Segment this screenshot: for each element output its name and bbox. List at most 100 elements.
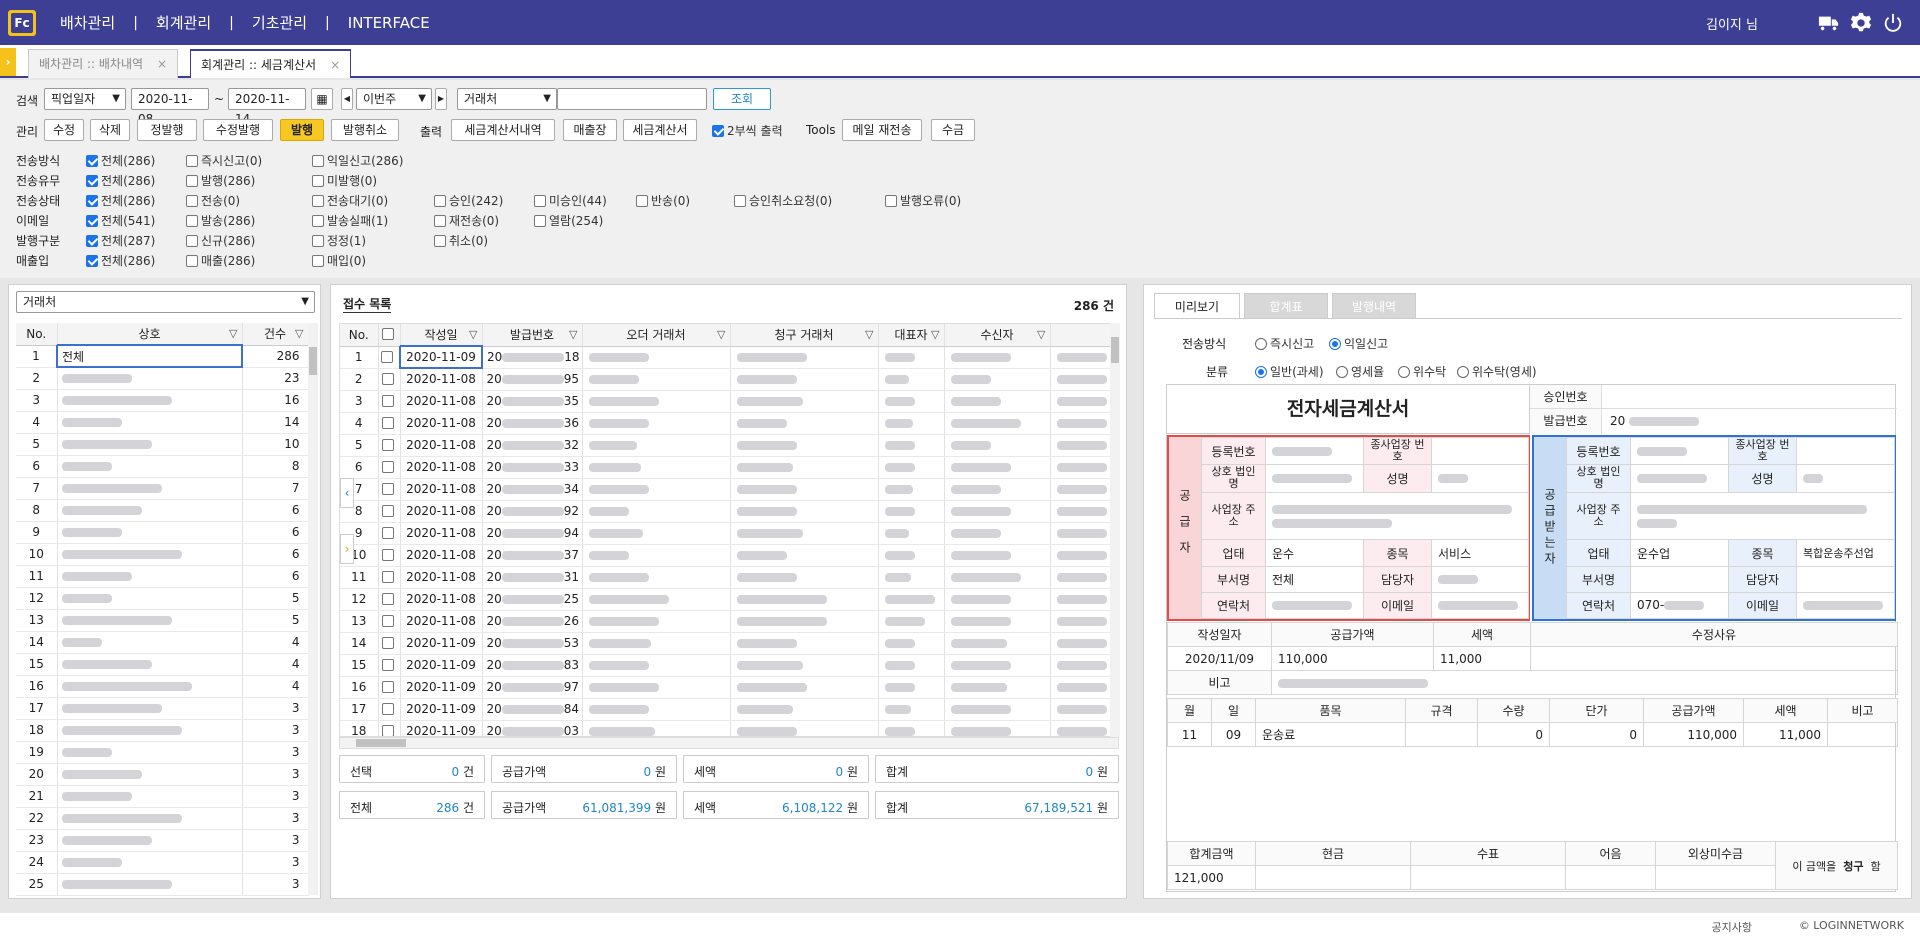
row-checkbox[interactable] (378, 500, 401, 523)
filter-checkbox[interactable]: 전체(287) (86, 232, 155, 249)
sidebar-toggle-icon[interactable]: › (0, 48, 16, 76)
next-period-button[interactable]: ▶ (435, 88, 447, 110)
filter-checkbox[interactable]: 전송대기(0) (312, 192, 388, 209)
row-checkbox[interactable] (378, 632, 401, 655)
partner-type-select[interactable]: 거래처 ▼ (457, 88, 557, 110)
filter-checkbox[interactable]: 전송(0) (186, 192, 240, 209)
filter-checkbox[interactable]: 정정(1) (312, 232, 366, 249)
row-checkbox[interactable] (378, 698, 401, 721)
cancel-issue-button[interactable]: 발행취소 (331, 119, 399, 141)
power-icon[interactable] (1882, 12, 1904, 34)
radio-zero-rate[interactable]: 영세율 (1336, 363, 1384, 380)
tab-tax-invoice[interactable]: 회계관리 :: 세금계산서 × (190, 49, 352, 78)
filter-icon[interactable]: ▽ (865, 328, 873, 341)
resend-mail-button[interactable]: 메일 재전송 (842, 119, 922, 141)
h-scrollbar[interactable] (339, 737, 1119, 749)
col-order-partner[interactable]: 오더 거래처 ▽ (582, 324, 731, 347)
table-row[interactable]: 68 (16, 455, 309, 478)
row-checkbox[interactable] (378, 412, 401, 435)
filter-checkbox[interactable]: 전체(286) (86, 192, 155, 209)
table-row[interactable]: 11 6 (16, 565, 309, 588)
query-button[interactable]: 조회 (713, 88, 771, 110)
menu-interface[interactable]: INTERFACE (348, 14, 430, 32)
table-row[interactable]: 12 2020-11-08 20 25 (340, 588, 1118, 611)
radio-consign[interactable]: 위수탁 (1398, 363, 1446, 380)
table-row[interactable]: 16 2020-11-09 20 97 (340, 676, 1118, 699)
sales-ledger-button[interactable]: 매출장 (563, 119, 617, 141)
menu-basic[interactable]: 기초관리 (252, 12, 307, 33)
tax-invoice-print-button[interactable]: 세금계산서 (623, 119, 697, 141)
edit-button[interactable]: 수정 (44, 119, 84, 141)
table-row[interactable]: 223 (16, 807, 309, 830)
table-row[interactable]: 11 2020-11-08 20 31 (340, 566, 1118, 589)
table-row[interactable]: 17 2020-11-09 20 84 (340, 698, 1118, 721)
table-row[interactable]: 19 3 (16, 741, 309, 764)
period-select[interactable]: 이번주 ▼ (356, 88, 432, 110)
filter-icon[interactable]: ▽ (717, 328, 725, 341)
table-row[interactable]: 4 2020-11-08 20 36 (340, 412, 1118, 435)
table-row[interactable]: 14 4 (16, 631, 309, 654)
table-row[interactable]: 25 3 (16, 873, 309, 896)
filter-checkbox[interactable]: 미발행(0) (312, 172, 377, 189)
table-row[interactable]: 3 2020-11-08 20 35 (340, 390, 1118, 413)
col-no[interactable]: No. (340, 324, 379, 347)
table-row[interactable]: 13 2020-11-08 20 26 (340, 610, 1118, 633)
filter-checkbox[interactable]: 발송실패(1) (312, 212, 388, 229)
filter-icon[interactable]: ▽ (295, 327, 303, 340)
col-count[interactable]: 건수 ▽ (242, 323, 309, 346)
date-type-select[interactable]: 픽업일자 ▼ (44, 88, 126, 110)
select-all-checkbox[interactable] (378, 324, 401, 347)
menu-accounting[interactable]: 회계관리 (156, 12, 211, 33)
filter-checkbox[interactable]: 발송(286) (186, 212, 255, 229)
table-row[interactable]: 10 6 (16, 543, 309, 566)
radio-next-day[interactable]: 익일신고 (1329, 335, 1388, 352)
filter-checkbox[interactable]: 전체(286) (86, 172, 155, 189)
table-row[interactable]: 13 5 (16, 609, 309, 632)
gear-icon[interactable] (1850, 12, 1872, 34)
table-row[interactable]: 20 3 (16, 763, 309, 786)
search-input[interactable] (557, 88, 707, 110)
filter-icon[interactable]: ▽ (469, 328, 477, 341)
row-checkbox[interactable] (378, 610, 401, 633)
filter-icon[interactable]: ▽ (1037, 328, 1045, 341)
revise-issue-button[interactable]: 수정발행 (203, 119, 273, 141)
row-checkbox[interactable] (378, 544, 401, 567)
truck-icon[interactable] (1818, 12, 1840, 34)
row-checkbox[interactable] (378, 390, 401, 413)
row-checkbox[interactable] (378, 434, 401, 457)
table-row[interactable]: 21 3 (16, 785, 309, 808)
table-row[interactable]: 10 2020-11-08 20 37 (340, 544, 1118, 567)
filter-checkbox[interactable]: 즉시신고(0) (186, 152, 262, 169)
col-ceo[interactable]: 대표자 ▽ (878, 324, 945, 347)
filter-checkbox[interactable]: 전체(541) (86, 212, 155, 229)
filter-checkbox[interactable]: 승인(242) (434, 192, 503, 209)
table-row[interactable]: 3 16 (16, 389, 309, 412)
scrollbar[interactable] (1110, 323, 1120, 737)
filter-checkbox[interactable]: 반송(0) (636, 192, 690, 209)
table-row[interactable]: 16 4 (16, 675, 309, 698)
collection-button[interactable]: 수금 (931, 119, 975, 141)
tab-close-icon[interactable]: × (157, 57, 167, 71)
expand-right-icon[interactable]: › (340, 534, 354, 564)
table-row[interactable]: 2 2020-11-08 20 95 (340, 368, 1118, 391)
filter-checkbox[interactable]: 열람(254) (534, 212, 603, 229)
table-row[interactable]: 86 (16, 499, 309, 522)
col-receiver[interactable]: 수신자 ▽ (944, 324, 1051, 347)
table-row[interactable]: 8 2020-11-08 20 92 (340, 500, 1118, 523)
table-row[interactable]: 1 2020-11-09 20 18 (340, 345, 1118, 369)
table-row[interactable]: 96 (16, 521, 309, 544)
table-row[interactable]: 17 3 (16, 697, 309, 720)
filter-checkbox[interactable]: 승인취소요청(0) (734, 192, 832, 209)
row-checkbox[interactable] (378, 456, 401, 479)
table-row[interactable]: 18 2020-11-09 20 03 (340, 720, 1118, 736)
partner-filter-select[interactable]: 거래처 ▼ (16, 291, 315, 313)
filter-checkbox[interactable]: 익일신고(286) (312, 152, 403, 169)
tab-preview[interactable]: 미리보기 (1154, 293, 1240, 319)
radio-general[interactable]: 일반(과세) (1255, 363, 1324, 380)
calendar-icon[interactable]: ▦ (311, 88, 333, 110)
table-row[interactable]: 6 2020-11-08 20 33 (340, 456, 1118, 479)
col-date[interactable]: 작성일 ▽ (400, 324, 483, 347)
row-checkbox[interactable] (378, 676, 401, 699)
date-from-input[interactable]: 2020-11-08 (131, 88, 209, 126)
two-copy-checkbox[interactable]: 2부씩 출력 (712, 122, 783, 139)
